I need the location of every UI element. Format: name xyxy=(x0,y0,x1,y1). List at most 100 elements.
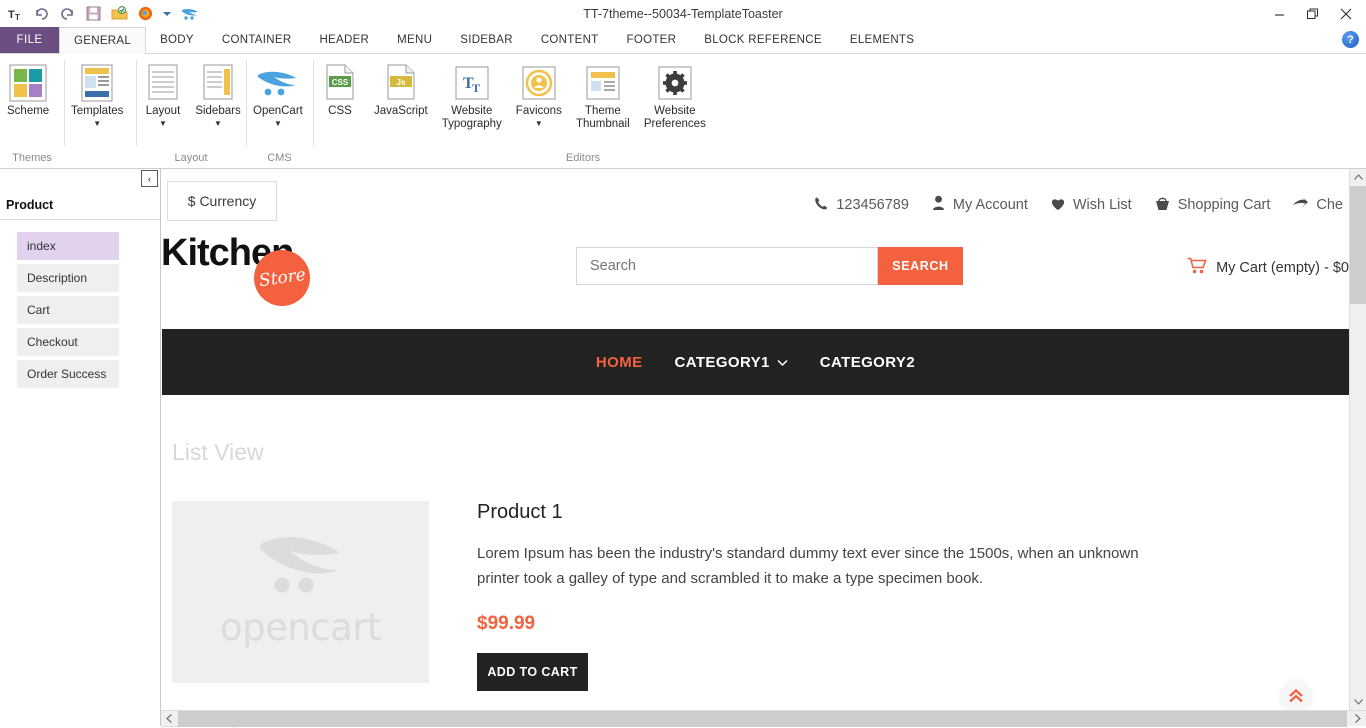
theme-thumbnail-button[interactable]: Theme Thumbnail xyxy=(569,61,637,132)
website-preferences-button[interactable]: Website Preferences xyxy=(637,61,713,132)
svg-text:CSS: CSS xyxy=(332,78,349,87)
chevron-down-icon[interactable]: ▼ xyxy=(274,119,282,128)
wish-list-link[interactable]: Wish List xyxy=(1050,196,1132,215)
ribbon-tab-bar: FILE GENERAL BODY CONTAINER HEADER MENU … xyxy=(0,27,1366,54)
chevron-down-icon[interactable]: ▼ xyxy=(535,119,543,128)
scroll-right-arrow[interactable] xyxy=(1349,711,1366,727)
tab-general[interactable]: GENERAL xyxy=(59,27,147,54)
tab-body[interactable]: BODY xyxy=(146,27,208,53)
nav-item-category1[interactable]: CATEGORY1 xyxy=(675,354,788,371)
tab-container[interactable]: CONTAINER xyxy=(208,27,306,53)
website-preferences-label: Website Preferences xyxy=(643,105,706,130)
help-icon[interactable]: ? xyxy=(1342,31,1359,48)
sidebars-button[interactable]: Sidebars ▼ xyxy=(190,61,246,130)
svg-text:Js: Js xyxy=(396,78,405,87)
ribbon-group-themes: Scheme Themes xyxy=(0,54,64,168)
tab-file[interactable]: FILE xyxy=(0,27,59,53)
css-file-icon: CSS xyxy=(325,63,355,103)
templates-icon xyxy=(81,63,113,103)
phone-link[interactable]: 123456789 xyxy=(814,196,909,215)
chevron-down-icon[interactable]: ▼ xyxy=(214,119,222,128)
page-item-cart[interactable]: Cart xyxy=(17,296,119,324)
window-title: TT-7theme--50034-TemplateToaster xyxy=(583,6,783,21)
scroll-to-top-button[interactable] xyxy=(1279,679,1313,710)
redo-icon[interactable] xyxy=(59,5,76,22)
undo-icon[interactable] xyxy=(33,5,50,22)
thumbnail-icon xyxy=(586,63,620,103)
content-area: List View opencart Product 1 Lorem Ipsum xyxy=(161,395,1349,710)
preview-vertical-scrollbar[interactable] xyxy=(1349,169,1366,710)
tab-footer[interactable]: FOOTER xyxy=(613,27,691,53)
scroll-left-arrow[interactable] xyxy=(161,711,178,727)
restore-button[interactable] xyxy=(1296,1,1329,27)
chevron-down-icon[interactable]: ▼ xyxy=(93,119,101,128)
page-explorer-title: Product xyxy=(0,169,160,220)
layout-button[interactable]: Layout ▼ xyxy=(136,61,190,130)
tab-header[interactable]: HEADER xyxy=(305,27,383,53)
tab-block-reference[interactable]: BLOCK REFERENCE xyxy=(690,27,836,53)
scroll-down-arrow[interactable] xyxy=(1349,693,1366,710)
search-button[interactable]: SEARCH xyxy=(878,247,963,285)
currency-button[interactable]: $ Currency xyxy=(167,181,277,221)
horizontal-scroll-thumb[interactable] xyxy=(178,710,1347,727)
vertical-scroll-thumb[interactable] xyxy=(1349,186,1366,304)
js-file-icon: Js xyxy=(386,63,416,103)
tab-elements[interactable]: ELEMENTS xyxy=(836,27,928,53)
page-item-checkout[interactable]: Checkout xyxy=(17,328,119,356)
website-typography-button[interactable]: TT Website Typography xyxy=(435,61,509,132)
tab-sidebar[interactable]: SIDEBAR xyxy=(446,27,527,53)
svg-text:T: T xyxy=(472,81,480,95)
tab-content[interactable]: CONTENT xyxy=(527,27,613,53)
product-image-placeholder[interactable]: opencart xyxy=(172,501,429,683)
layout-label: Layout xyxy=(145,105,181,117)
page-item-description[interactable]: Description xyxy=(17,264,119,292)
product-title[interactable]: Product 1 xyxy=(477,501,1177,524)
heart-icon xyxy=(1050,196,1066,215)
ribbon-group-cms: OpenCart ▼ CMS xyxy=(246,54,313,168)
product-info: Product 1 Lorem Ipsum has been the indus… xyxy=(477,501,1177,691)
page-item-index[interactable]: index xyxy=(17,232,119,260)
search-box: SEARCH xyxy=(576,247,963,285)
favicons-button[interactable]: Favicons ▼ xyxy=(509,61,569,130)
preview-horizontal-scrollbar[interactable] xyxy=(161,710,1366,727)
my-account-link[interactable]: My Account xyxy=(931,195,1028,215)
chevron-down-icon[interactable]: ▼ xyxy=(159,119,167,128)
nav-item-home[interactable]: HOME xyxy=(596,354,643,371)
favicon-icon xyxy=(522,63,556,103)
collapse-pane-button[interactable]: ‹ xyxy=(141,170,158,187)
ribbon-group-label-cms: CMS xyxy=(267,152,292,164)
export-icon[interactable] xyxy=(111,5,128,22)
scroll-up-arrow[interactable] xyxy=(1349,169,1366,186)
checkout-link[interactable]: Che xyxy=(1292,196,1343,214)
save-icon[interactable] xyxy=(85,5,102,22)
search-input[interactable] xyxy=(576,247,878,285)
favicons-label: Favicons xyxy=(515,105,562,117)
title-bar: TT TT-7theme--50034-TemplateToaster xyxy=(0,0,1366,28)
opencart-button[interactable]: OpenCart ▼ xyxy=(246,61,310,130)
nav-home-label: HOME xyxy=(595,353,643,371)
mini-cart[interactable]: My Cart (empty) - $0 xyxy=(1187,257,1349,278)
opencart-icon[interactable] xyxy=(180,5,201,22)
ribbon-group-label-layout: Layout xyxy=(174,152,208,164)
tab-menu[interactable]: MENU xyxy=(383,27,446,53)
chevron-down-icon xyxy=(777,354,788,371)
firefox-preview-icon[interactable] xyxy=(137,5,154,22)
nav-item-category2[interactable]: CATEGORY2 xyxy=(820,354,915,371)
templates-button[interactable]: Templates ▼ xyxy=(64,61,130,130)
shopping-cart-link[interactable]: Shopping Cart xyxy=(1154,195,1270,215)
scheme-button[interactable]: Scheme xyxy=(0,61,56,120)
css-button[interactable]: CSS CSS xyxy=(313,61,367,120)
website-preview-canvas[interactable]: $ Currency 123456789 My Account Wish Lis… xyxy=(161,169,1349,710)
site-logo[interactable]: Kitchen Store xyxy=(161,231,471,306)
browser-dropdown-icon[interactable] xyxy=(163,5,171,22)
add-to-cart-button[interactable]: ADD TO CART xyxy=(477,653,588,691)
javascript-button[interactable]: Js JavaScript xyxy=(367,61,435,120)
sidebars-label: Sidebars xyxy=(195,105,241,117)
page-item-order-success[interactable]: Order Success xyxy=(17,360,119,388)
text-tool-icon[interactable]: TT xyxy=(7,5,24,22)
wish-list-label: Wish List xyxy=(1072,197,1132,213)
close-button[interactable] xyxy=(1329,1,1362,27)
minimize-button[interactable] xyxy=(1263,1,1296,27)
vertical-scroll-track[interactable] xyxy=(1349,304,1366,693)
svg-text:T: T xyxy=(8,9,15,21)
